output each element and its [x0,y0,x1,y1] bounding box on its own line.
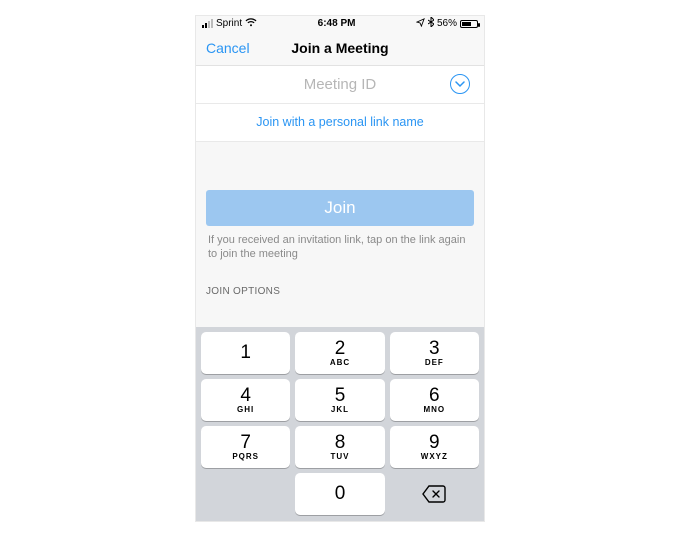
key-9[interactable]: 9WXYZ [390,426,479,468]
cancel-button[interactable]: Cancel [206,40,250,56]
page-title: Join a Meeting [291,40,388,56]
status-time: 6:48 PM [318,18,356,29]
wifi-icon [245,18,257,30]
join-hint: If you received an invitation link, tap … [206,226,474,263]
key-blank [201,473,290,515]
phone-frame: Sprint 6:48 PM 56% Cancel Join a Meeting… [195,15,485,522]
join-button-label: Join [324,198,355,217]
key-5[interactable]: 5JKL [295,379,384,421]
personal-link-button[interactable]: Join with a personal link name [196,104,484,142]
meeting-id-row[interactable] [196,66,484,104]
key-4[interactable]: 4GHI [201,379,290,421]
meeting-id-input[interactable] [239,76,441,93]
meeting-id-dropdown-button[interactable] [450,74,470,94]
battery-icon [460,20,478,28]
location-icon [416,18,425,30]
status-bar: Sprint 6:48 PM 56% [196,16,484,32]
status-right: 56% [416,17,478,30]
signal-icon [202,19,213,28]
battery-pct: 56% [437,18,457,29]
numeric-keypad: 1 2ABC 3DEF 4GHI 5JKL 6MNO 7PQRS 8TUV 9W… [196,327,484,521]
key-backspace[interactable] [390,473,479,515]
nav-bar: Cancel Join a Meeting [196,32,484,66]
join-options-header: JOIN OPTIONS [196,262,484,299]
key-3[interactable]: 3DEF [390,332,479,374]
key-2[interactable]: 2ABC [295,332,384,374]
key-0[interactable]: 0 [295,473,384,515]
key-1[interactable]: 1 [201,332,290,374]
carrier-label: Sprint [216,18,242,29]
join-button[interactable]: Join [206,190,474,226]
key-7[interactable]: 7PQRS [201,426,290,468]
key-8[interactable]: 8TUV [295,426,384,468]
backspace-icon [421,484,447,504]
chevron-down-icon [455,79,465,89]
status-left: Sprint [202,18,257,30]
personal-link-label: Join with a personal link name [256,115,423,129]
join-block: Join If you received an invitation link,… [196,190,484,263]
spacer [196,142,484,190]
key-6[interactable]: 6MNO [390,379,479,421]
bluetooth-icon [428,17,434,30]
